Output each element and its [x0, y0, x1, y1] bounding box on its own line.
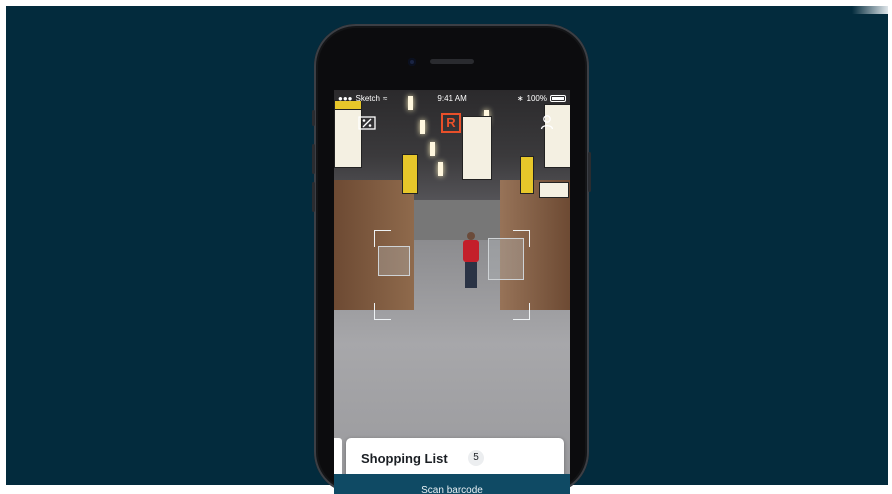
corner-fade — [852, 6, 888, 14]
scan-corner-top-right — [513, 230, 530, 247]
barcode-scan-frame — [374, 230, 530, 320]
ceiling-light — [438, 162, 443, 176]
ceiling-light — [430, 142, 435, 156]
shopping-list-count-badge: 5 — [468, 450, 484, 466]
bluetooth-icon: ∗ — [516, 93, 524, 103]
volume-up-button — [312, 144, 315, 174]
scan-barcode-button[interactable]: Scan barcode — [334, 474, 570, 494]
hanging-sign — [462, 116, 492, 180]
wifi-icon: ≈ — [382, 93, 388, 103]
signal-icon: ●●● — [338, 93, 353, 103]
price-sign — [539, 182, 569, 198]
hanging-sign — [402, 154, 418, 194]
brand-logo: R — [441, 113, 461, 133]
clock: 9:41 AM — [437, 93, 467, 103]
battery-percent: 100% — [526, 93, 547, 103]
power-button — [588, 152, 591, 192]
status-bar: ●●● Sketch ≈ 9:41 AM ∗ 100% — [334, 90, 570, 106]
volume-down-button — [312, 182, 315, 212]
hanging-sign — [334, 104, 362, 168]
mute-switch — [312, 110, 315, 126]
status-right: ∗ 100% — [517, 94, 566, 103]
scan-corner-top-left — [374, 230, 391, 247]
receipt-percent-icon[interactable] — [358, 116, 376, 130]
front-camera — [408, 58, 416, 66]
scan-corner-bottom-left — [374, 303, 391, 320]
scan-corner-bottom-right — [513, 303, 530, 320]
ceiling-light — [420, 120, 425, 134]
phone-mockup: ●●● Sketch ≈ 9:41 AM ∗ 100% R Shopping L… — [312, 24, 591, 494]
hanging-sign — [520, 156, 534, 194]
shopping-list-title: Shopping List — [361, 451, 448, 466]
carrier-label: Sketch — [355, 93, 380, 103]
battery-icon — [549, 94, 566, 102]
status-left: ●●● Sketch ≈ — [338, 94, 387, 103]
app-screen: ●●● Sketch ≈ 9:41 AM ∗ 100% R Shopping L… — [334, 90, 570, 494]
earpiece-speaker — [430, 59, 474, 64]
user-icon[interactable] — [540, 114, 554, 130]
previous-card[interactable] — [334, 438, 342, 478]
